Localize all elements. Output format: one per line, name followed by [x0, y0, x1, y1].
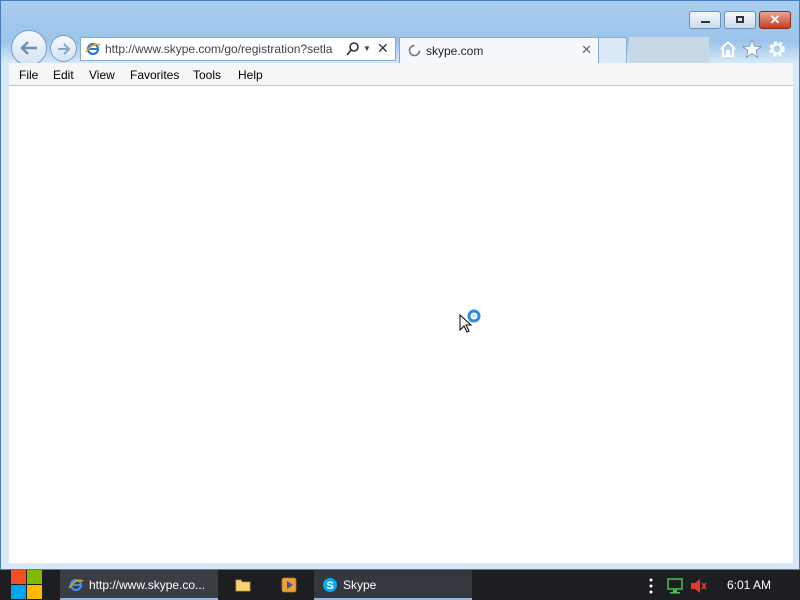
taskbar-item-skype[interactable]: S Skype	[314, 570, 472, 600]
menu-view[interactable]: View	[89, 68, 115, 82]
system-clock[interactable]: 6:01 AM	[727, 578, 771, 592]
taskbar-item-ie[interactable]: http://www.skype.co...	[60, 570, 218, 600]
network-icon[interactable]	[667, 578, 683, 594]
menu-bar: File Edit View Favorites Tools Help	[9, 63, 793, 86]
page-content[interactable]	[9, 86, 793, 563]
home-icon[interactable]	[717, 38, 739, 60]
favorites-star-icon[interactable]	[741, 38, 763, 60]
menu-favorites[interactable]: Favorites	[130, 68, 179, 82]
media-player-icon	[281, 577, 297, 593]
forward-arrow-icon	[57, 42, 70, 55]
tab-close-icon[interactable]: ✕	[581, 42, 592, 58]
tray-overflow-icon[interactable]	[648, 578, 654, 594]
menu-edit[interactable]: Edit	[53, 68, 74, 82]
stop-icon[interactable]: ✕	[377, 39, 389, 57]
volume-muted-icon[interactable]	[690, 578, 708, 594]
minimize-icon	[701, 21, 710, 23]
taskbar-skype-label: Skype	[343, 578, 377, 592]
taskbar-item-media[interactable]	[271, 570, 307, 600]
forward-button[interactable]	[50, 35, 77, 62]
taskbar-ie-label: http://www.skype.co...	[89, 578, 206, 592]
loading-spinner-icon	[408, 44, 421, 57]
ie-icon	[68, 578, 84, 592]
tab-title: skype.com	[426, 44, 484, 58]
close-button[interactable]: ✕	[759, 11, 791, 29]
windows-start-icon[interactable]	[10, 570, 44, 600]
tab-strip-blank	[629, 37, 709, 63]
back-button[interactable]	[11, 30, 47, 66]
back-arrow-icon	[20, 41, 37, 55]
folder-icon	[235, 579, 251, 592]
window-controls: ✕	[686, 11, 791, 29]
restore-icon	[736, 16, 744, 23]
menu-file[interactable]: File	[19, 68, 38, 82]
new-tab-button[interactable]	[599, 37, 627, 63]
address-url[interactable]: http://www.skype.com/go/registration?set…	[105, 42, 341, 56]
maximize-button[interactable]	[724, 11, 756, 29]
taskbar-item-explorer[interactable]	[225, 570, 261, 600]
taskbar: http://www.skype.co... S Skype 6:01 AM	[0, 570, 800, 600]
svg-text:S: S	[326, 580, 333, 592]
ie-page-icon	[85, 42, 101, 56]
tab-skype[interactable]: skype.com ✕	[399, 37, 599, 63]
busy-ring-icon	[467, 309, 481, 323]
search-icon[interactable]	[345, 41, 361, 57]
skype-icon: S	[323, 578, 337, 592]
close-icon: ✕	[769, 12, 781, 27]
address-bar[interactable]: http://www.skype.com/go/registration?set…	[80, 37, 396, 61]
chevron-down-icon[interactable]: ▼	[363, 41, 371, 57]
gear-icon[interactable]	[766, 38, 788, 60]
menu-tools[interactable]: Tools	[193, 68, 221, 82]
browser-window: ✕ http://www.skype.com/go/registration?s…	[0, 0, 800, 570]
minimize-button[interactable]	[689, 11, 721, 29]
menu-help[interactable]: Help	[238, 68, 263, 82]
